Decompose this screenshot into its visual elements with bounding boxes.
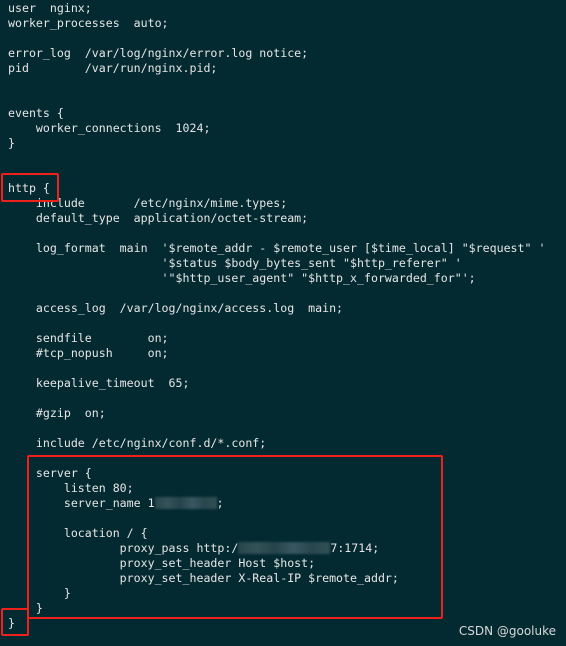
config-line — [8, 151, 545, 166]
config-line: user nginx; — [8, 1, 92, 15]
config-line — [8, 391, 545, 406]
config-line — [8, 316, 545, 331]
config-line — [8, 226, 545, 241]
config-line — [8, 166, 545, 181]
config-line: events { — [8, 106, 64, 120]
config-line: keepalive_timeout 65; — [8, 376, 190, 390]
config-line: default_type application/octet-stream; — [8, 211, 309, 225]
highlight-box-http — [1, 173, 59, 202]
config-line — [8, 91, 545, 106]
highlight-box-closing-brace — [1, 608, 29, 636]
config-line — [8, 76, 545, 91]
config-line: worker_processes auto; — [8, 16, 169, 30]
config-line: log_format main '$remote_addr - $remote_… — [8, 241, 546, 255]
config-line: '$status $body_bytes_sent "$http_referer… — [8, 256, 462, 270]
config-line: include /etc/nginx/mime.types; — [8, 196, 288, 210]
config-line: error_log /var/log/nginx/error.log notic… — [8, 46, 309, 60]
config-line: } — [8, 136, 15, 150]
config-line: http { — [8, 181, 50, 195]
config-line: #tcp_nopush on; — [8, 346, 169, 360]
config-line: worker_connections 1024; — [8, 121, 211, 135]
config-line — [8, 31, 545, 46]
watermark: CSDN @gooluke — [458, 624, 556, 638]
config-line: include /etc/nginx/conf.d/*.conf; — [8, 436, 267, 450]
config-line: pid /var/run/nginx.pid; — [8, 61, 218, 75]
config-line: sendfile on; — [8, 331, 169, 345]
config-line: #gzip on; — [8, 406, 106, 420]
config-line — [8, 361, 545, 376]
config-line — [8, 421, 545, 436]
highlight-box-server — [27, 455, 443, 619]
config-line: access_log /var/log/nginx/access.log mai… — [8, 301, 344, 315]
config-line: '"$http_user_agent" "$http_x_forwarded_f… — [8, 271, 476, 285]
config-line — [8, 286, 545, 301]
